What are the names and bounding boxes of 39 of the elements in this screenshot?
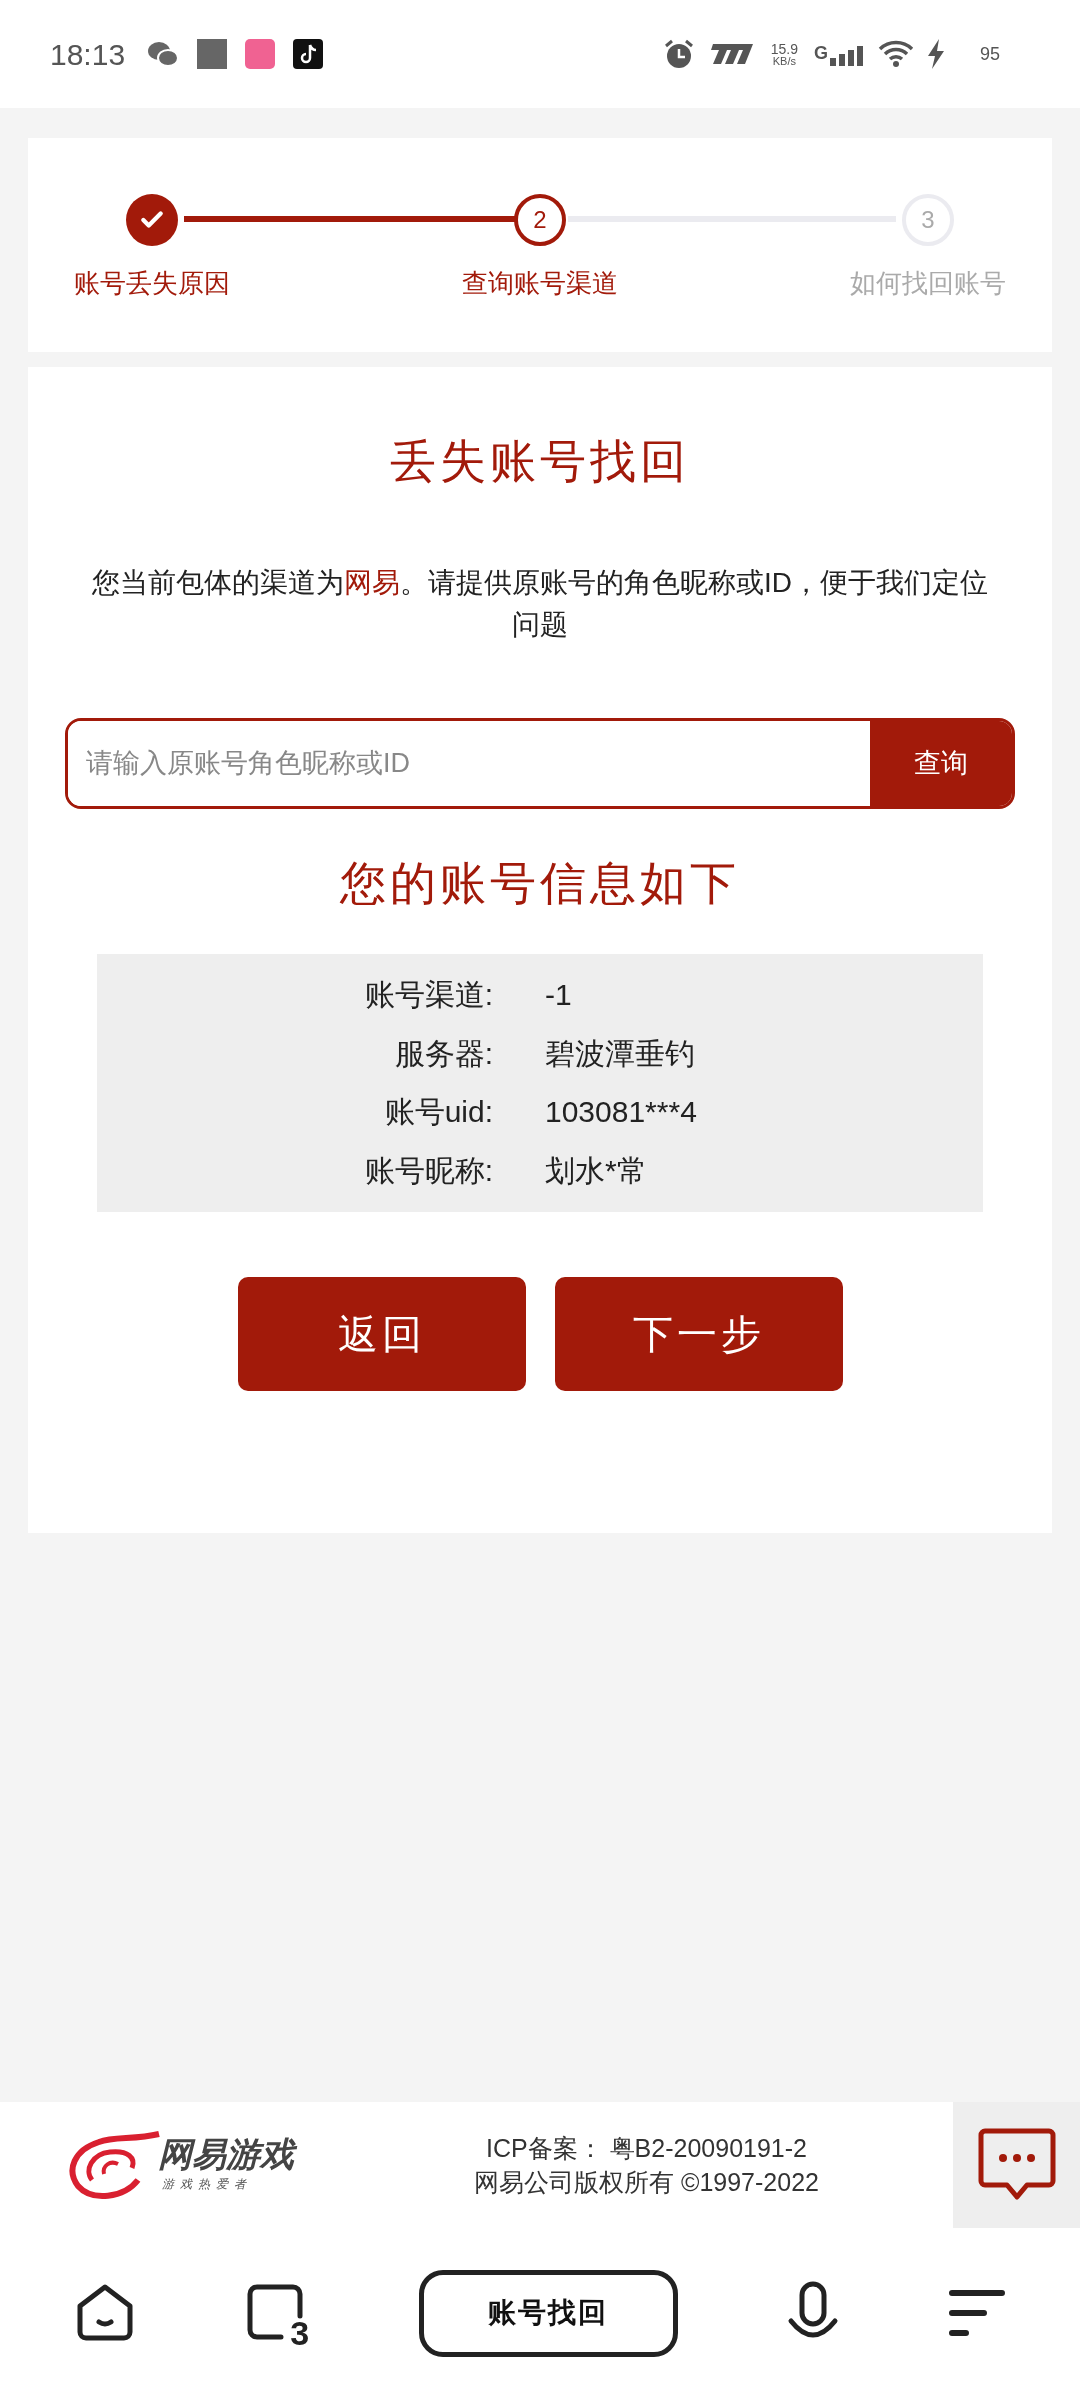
info-label: 账号渠道: xyxy=(363,977,493,1013)
icp-text: ICP备案： 粤B2-20090191-2 xyxy=(486,2133,807,2164)
intro-text: 您当前包体的渠道为网易。请提供原账号的角色昵称或ID，便于我们定位问题 xyxy=(91,566,989,642)
step-label: 如何找回账号 xyxy=(850,267,1006,300)
network-speed-unit: KB/s xyxy=(772,55,796,67)
info-label: 账号昵称: xyxy=(363,1152,493,1189)
info-label: 服务器: xyxy=(393,1035,493,1072)
app-icon xyxy=(197,39,228,69)
step-number: 2 xyxy=(514,194,566,246)
battery-level: 95 xyxy=(979,42,1000,66)
info-value: 103081***4 xyxy=(545,1094,697,1131)
info-value: 划水*常 xyxy=(545,1152,647,1189)
clock-time: 18:13 xyxy=(50,36,126,73)
back-button[interactable]: 返回 xyxy=(237,1277,526,1391)
tab-count: 3 xyxy=(290,2316,310,2350)
page-title: 丢失账号找回 xyxy=(390,434,690,489)
copyright-text: 网易公司版权所有 ©1997-2022 xyxy=(474,2167,819,2198)
menu-icon[interactable] xyxy=(948,2287,1006,2339)
step-label: 查询账号渠道 xyxy=(462,267,618,300)
video-app-icon xyxy=(245,39,276,69)
page-title-pill[interactable]: 账号找回 xyxy=(418,2269,678,2357)
info-label: 账号uid: xyxy=(383,1094,493,1131)
charging-icon xyxy=(925,39,946,69)
info-value: -1 xyxy=(545,977,572,1013)
account-info-heading: 您的账号信息如下 xyxy=(340,856,740,911)
info-value: 碧波潭垂钓 xyxy=(545,1035,695,1072)
step-number: 3 xyxy=(902,194,954,246)
wifi-icon xyxy=(877,40,914,68)
logo-tagline: 游戏热爱者 xyxy=(162,2176,252,2193)
network-type: G xyxy=(813,42,828,65)
search-field[interactable]: 请输入原账号角色昵称或ID 查询 xyxy=(65,718,1015,809)
step-label: 账号丢失原因 xyxy=(74,267,230,300)
alarm-icon xyxy=(662,38,695,70)
chat-bubble-icon xyxy=(976,2127,1057,2203)
music-note-icon xyxy=(293,39,324,69)
network-speed: 15.9 xyxy=(770,41,798,56)
search-button[interactable]: 查询 xyxy=(870,721,1012,806)
next-button[interactable]: 下一步 xyxy=(554,1277,843,1391)
customer-service-button[interactable] xyxy=(953,2102,1080,2228)
